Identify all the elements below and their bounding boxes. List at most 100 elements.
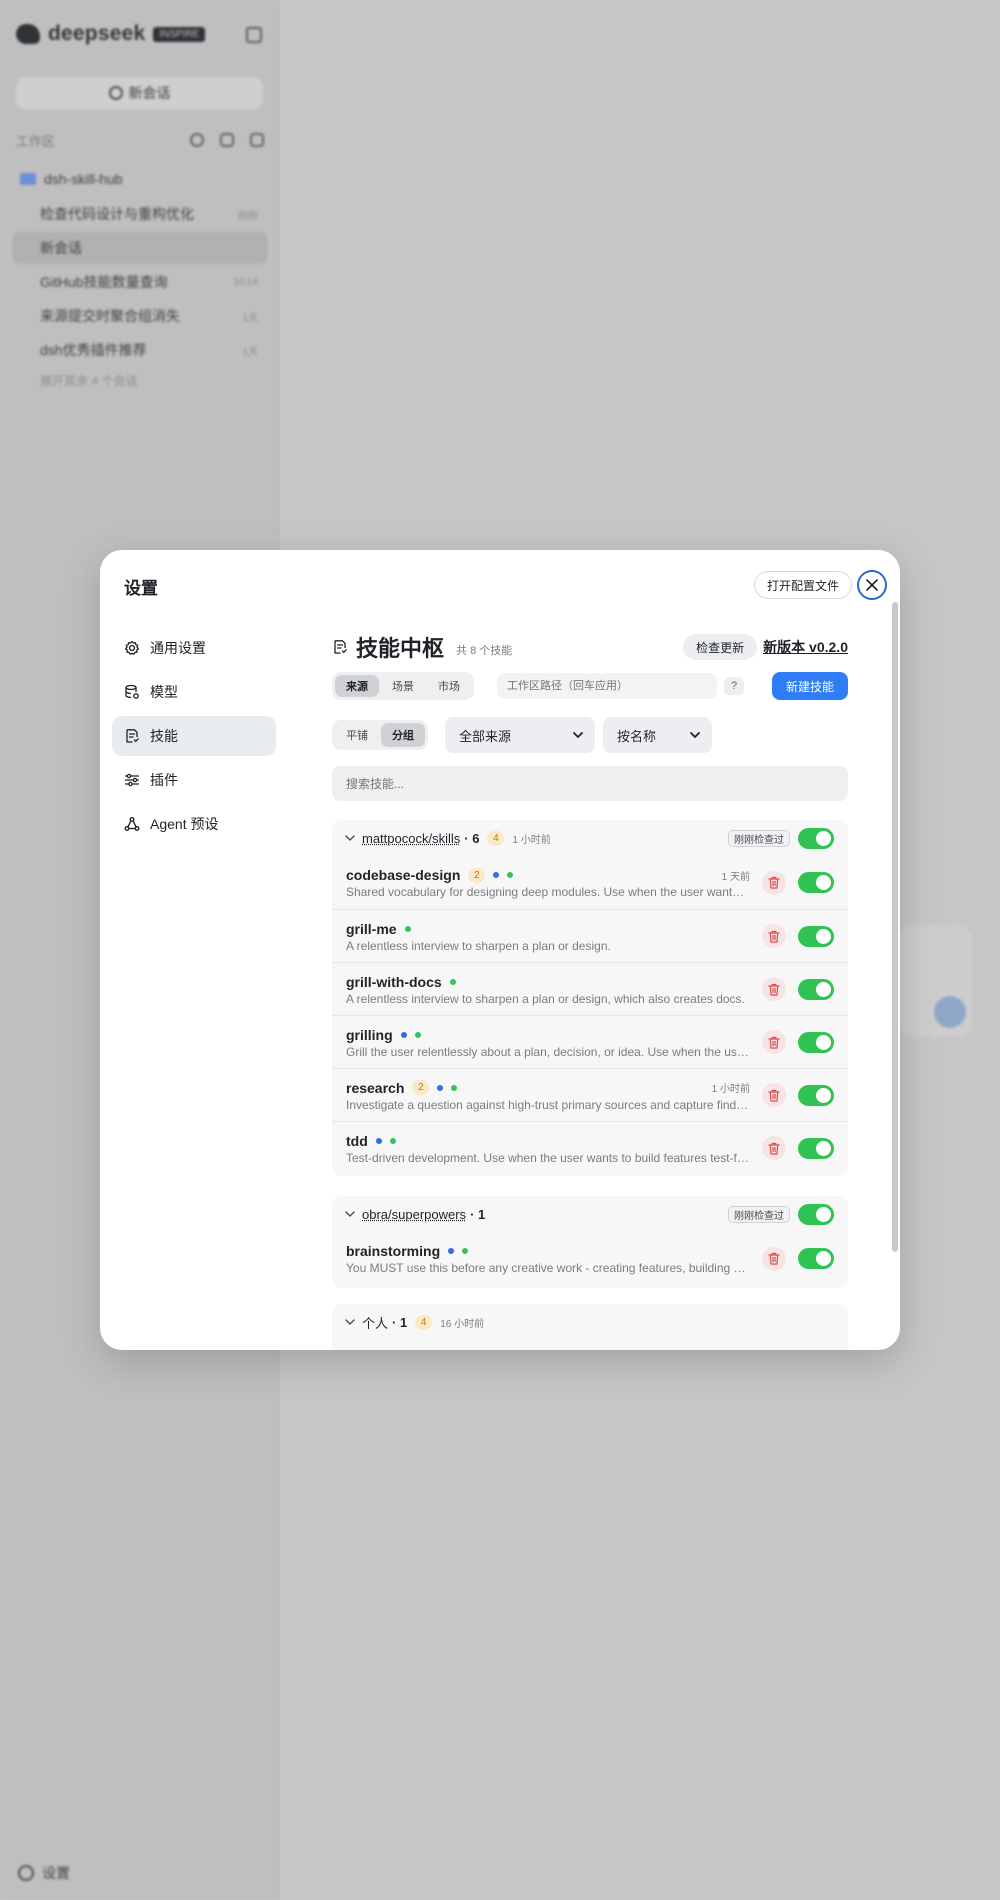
- nav-item-plugins[interactable]: 插件: [112, 760, 276, 800]
- skill-row[interactable]: research 2 1 小时前 Investigate a question …: [332, 1068, 848, 1121]
- delete-skill-button[interactable]: [762, 870, 786, 895]
- group-count: · 1: [392, 1314, 408, 1330]
- settings-link[interactable]: 设置: [18, 1863, 70, 1883]
- conversation-item[interactable]: dsh优秀插件推荐 1天: [12, 334, 268, 366]
- settings-nav: 通用设置 模型 技能 插件 Agent 预设: [112, 628, 276, 848]
- tab-market[interactable]: 市场: [427, 675, 471, 697]
- delete-skill-button[interactable]: [762, 977, 786, 1001]
- show-more-conversations[interactable]: 展开其余 4 个会话: [12, 364, 268, 396]
- group-time: 1 小时前: [512, 834, 551, 846]
- skill-enable-toggle[interactable]: [798, 872, 834, 893]
- logo: deepseek INSPIRE: [16, 22, 206, 46]
- tab-scene[interactable]: 场景: [381, 675, 425, 697]
- green-status-dot-icon: [404, 925, 411, 932]
- new-chat-label: 新会话: [128, 85, 171, 101]
- skill-time: 1 小时前: [711, 1084, 750, 1095]
- skill-enable-toggle[interactable]: [798, 925, 834, 947]
- filter-toolbar: 平铺 分组 全部来源 按名称: [332, 717, 848, 753]
- sidebar-collapse-icon[interactable]: [246, 27, 262, 43]
- new-chat-button[interactable]: 新会话: [16, 77, 263, 109]
- new-skill-button[interactable]: 新建技能: [772, 672, 848, 700]
- delete-skill-button[interactable]: [762, 924, 786, 948]
- workspace-path-input[interactable]: [497, 673, 717, 699]
- nav-item-agent-preset[interactable]: Agent 预设: [112, 804, 276, 844]
- green-status-dot-icon: [389, 1137, 396, 1144]
- source-select-value: 全部来源: [459, 728, 512, 744]
- trash-icon: [768, 1142, 780, 1155]
- help-button[interactable]: ?: [724, 677, 744, 695]
- skill-time: 1 天前: [721, 871, 750, 883]
- conversation-item[interactable]: 来源提交时聚合组消失 1天: [12, 300, 268, 332]
- skill-row[interactable]: codebase-design 2 1 天前 Shared vocabulary…: [332, 856, 848, 909]
- nav-item-label: 技能: [150, 728, 178, 744]
- view-mode-flat[interactable]: 平铺: [335, 723, 379, 747]
- green-status-dot-icon: [451, 1084, 458, 1091]
- skill-name: grilling: [346, 1026, 393, 1043]
- skill-enable-toggle[interactable]: [798, 978, 834, 1000]
- tree-icon[interactable]: [220, 133, 234, 147]
- group-header[interactable]: 个人 · 1 4 16 小时前: [332, 1304, 848, 1340]
- skill-name: codebase-design: [346, 867, 461, 883]
- open-config-button[interactable]: 打开配置文件: [754, 571, 853, 599]
- chevron-down-icon[interactable]: [344, 1208, 356, 1220]
- view-mode-grouped[interactable]: 分组: [381, 723, 425, 747]
- skill-row[interactable]: grill-me A relentless interview to sharp…: [332, 909, 848, 962]
- skill-row[interactable]: tdd Test-driven development. Use when th…: [332, 1121, 848, 1174]
- skill-row[interactable]: brainstorming You MUST use this before a…: [332, 1232, 848, 1285]
- nav-item-general[interactable]: 通用设置: [112, 628, 276, 668]
- chevron-down-icon[interactable]: [344, 1316, 356, 1328]
- gear-icon: [18, 1865, 34, 1881]
- group-enable-toggle[interactable]: [798, 827, 834, 849]
- workspace-folder[interactable]: dsh-skill-hub: [20, 171, 123, 187]
- skill-enable-toggle[interactable]: [798, 1084, 834, 1106]
- green-status-dot-icon: [414, 1031, 421, 1038]
- tab-source[interactable]: 来源: [335, 675, 379, 697]
- sort-select[interactable]: 按名称: [603, 717, 712, 753]
- chevron-down-icon: [573, 732, 583, 738]
- new-folder-icon[interactable]: [250, 133, 264, 147]
- group-time: 16 小时前: [440, 1318, 485, 1330]
- update-badge: 4: [415, 1314, 433, 1330]
- search-icon[interactable]: [190, 133, 204, 147]
- skill-info: tdd Test-driven development. Use when th…: [346, 1132, 750, 1165]
- nav-item-model[interactable]: 模型: [112, 672, 276, 712]
- new-version-link[interactable]: 新版本 v0.2.0: [763, 637, 848, 657]
- skill-name: tdd: [346, 1132, 368, 1149]
- chevron-down-icon[interactable]: [344, 832, 356, 844]
- modal-scrollbar[interactable]: [892, 602, 898, 1252]
- skill-hub-panel: 技能中枢 共 8 个技能 检查更新 新版本 v0.2.0 来源 场景 市场 ? …: [332, 632, 848, 1350]
- skill-info: codebase-design 2 1 天前 Shared vocabulary…: [346, 866, 750, 899]
- skill-enable-toggle[interactable]: [798, 1137, 834, 1159]
- group-name[interactable]: 个人: [362, 1313, 388, 1332]
- group-enable-toggle[interactable]: [798, 1203, 834, 1225]
- delete-skill-button[interactable]: [762, 1030, 786, 1054]
- skill-info: grill-me A relentless interview to sharp…: [346, 920, 750, 953]
- skill-row[interactable]: grill-with-docs A relentless interview t…: [332, 962, 848, 1015]
- skill-info: grill-with-docs A relentless interview t…: [346, 973, 750, 1006]
- conversation-item-active[interactable]: 新会话: [12, 232, 268, 264]
- group-header[interactable]: mattpocock/skills · 6 4 1 小时前 刚刚检查过: [332, 820, 848, 856]
- trash-icon: [768, 1089, 780, 1102]
- check-update-button[interactable]: 检查更新: [683, 634, 758, 660]
- skill-top: brainstorming: [346, 1242, 750, 1260]
- group-header[interactable]: obra/superpowers · 1 刚刚检查过: [332, 1196, 848, 1232]
- close-button[interactable]: [857, 570, 887, 600]
- skill-enable-toggle[interactable]: [798, 1031, 834, 1053]
- skill-enable-toggle[interactable]: [798, 1248, 834, 1269]
- search-input[interactable]: [332, 766, 848, 801]
- source-select[interactable]: 全部来源: [445, 717, 595, 753]
- delete-skill-button[interactable]: [762, 1246, 786, 1271]
- skill-row[interactable]: grilling Grill the user relentlessly abo…: [332, 1015, 848, 1068]
- group-name[interactable]: obra/superpowers: [362, 1207, 466, 1222]
- conversation-item[interactable]: 检查代码设计与重构优化 刚刚: [12, 198, 268, 230]
- nav-item-skills[interactable]: 技能: [112, 716, 276, 756]
- skill-name: brainstorming: [346, 1243, 441, 1259]
- agent-icon: [124, 816, 140, 832]
- show-more-label: 展开其余 4 个会话: [40, 373, 138, 388]
- delete-skill-button[interactable]: [762, 1136, 786, 1160]
- skill-info: grilling Grill the user relentlessly abo…: [346, 1026, 750, 1059]
- group-count: · 1: [470, 1206, 486, 1222]
- group-name[interactable]: mattpocock/skills: [362, 831, 460, 846]
- delete-skill-button[interactable]: [762, 1083, 786, 1107]
- conversation-item[interactable]: GitHub技能数量查询 10:14: [12, 266, 268, 298]
